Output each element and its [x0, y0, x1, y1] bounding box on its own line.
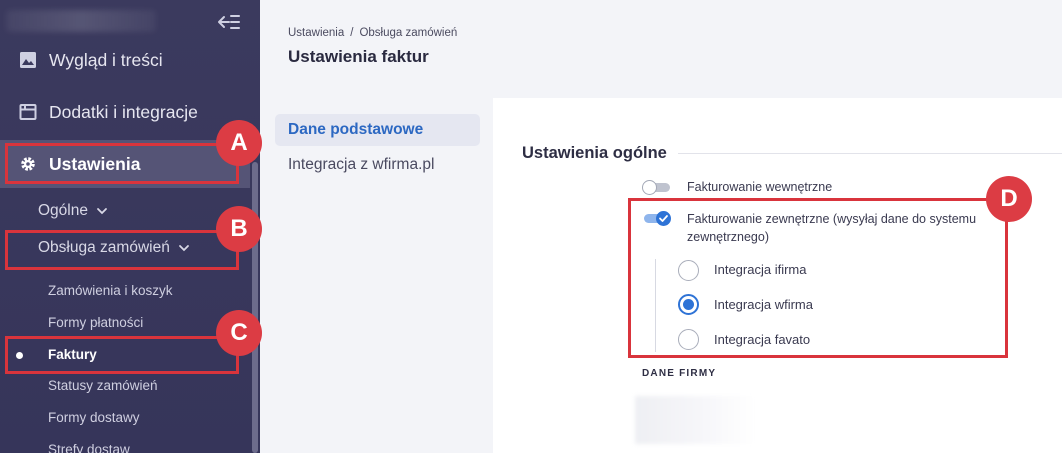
sidebar-item-label: Wygląd i treści — [49, 49, 163, 70]
indent-line — [655, 259, 656, 352]
page-title: Ustawienia faktur — [288, 47, 429, 66]
page-header: Ustawienia / Obsługa zamówień Ustawienia… — [260, 0, 1062, 100]
image-icon — [18, 50, 38, 70]
sidebar-item-ustawienia[interactable]: Ustawienia — [0, 140, 250, 188]
sidebar-link-zamowienia[interactable]: Zamówienia i koszyk — [48, 283, 173, 298]
section-title: Ustawienia ogólne — [522, 144, 667, 162]
sidebar-item-wyglad[interactable]: Wygląd i treści — [0, 36, 250, 84]
sidebar-link-strefy-dostaw[interactable]: Strefy dostaw — [48, 442, 130, 453]
radio-integracja-wfirma[interactable] — [678, 294, 699, 315]
callout-marker-a: A — [216, 120, 262, 166]
radio-label: Integracja ifirma — [714, 262, 807, 277]
sidebar-subitem-ogolne[interactable]: Ogólne — [38, 202, 108, 220]
breadcrumb: Ustawienia / Obsługa zamówień — [288, 27, 457, 39]
collapse-icon — [218, 15, 240, 29]
radio-label: Integracja wfirma — [714, 297, 813, 312]
callout-marker-c: C — [216, 310, 262, 356]
sidebar-subitem-label: Ogólne — [38, 202, 88, 219]
tab-integracja-wfirma[interactable]: Integracja z wfirma.pl — [275, 149, 480, 181]
toggle-fakturowanie-zewnetrzne[interactable] — [642, 211, 672, 226]
breadcrumb-link[interactable]: Ustawienia — [288, 27, 344, 39]
radio-integracja-favato[interactable] — [678, 329, 699, 350]
sidebar-item-label: Ustawienia — [49, 153, 141, 174]
sidebar-item-dodatki[interactable]: Dodatki i integracje — [0, 88, 250, 136]
breadcrumb-separator: / — [350, 27, 354, 39]
section-divider — [678, 153, 1062, 154]
sidebar-item-label: Dodatki i integracje — [49, 101, 198, 122]
radio-integracja-ifirma[interactable] — [678, 260, 699, 281]
chevron-down-icon — [178, 244, 190, 252]
active-bullet — [16, 352, 23, 359]
sidebar-link-faktury[interactable]: Faktury — [48, 347, 97, 362]
breadcrumb-link[interactable]: Obsługa zamówień — [359, 27, 457, 39]
sidebar-link-formy-dostawy[interactable]: Formy dostawy — [48, 410, 140, 425]
window-icon — [18, 102, 38, 122]
callout-marker-d: D — [986, 176, 1032, 222]
callout-marker-b: B — [216, 206, 262, 252]
chevron-down-icon — [96, 207, 108, 215]
toggle-label: Fakturowanie zewnętrzne (wysyłaj dane do… — [687, 212, 977, 244]
sidebar-link-formy-platnosci[interactable]: Formy płatności — [48, 315, 143, 330]
store-logo — [6, 10, 156, 32]
collapse-sidebar-button[interactable] — [216, 12, 242, 32]
sidebar-subitem-obsluga[interactable]: Obsługa zamówień — [38, 239, 190, 257]
company-data-blurred — [635, 396, 755, 444]
checkmark-icon — [656, 211, 671, 226]
settings-tabs: Dane podstawowe Integracja z wfirma.pl — [275, 114, 480, 181]
radio-label: Integracja favato — [714, 332, 811, 347]
toggle-label: Fakturowanie wewnętrzne — [687, 180, 833, 194]
subsection-title: DANE FIRMY — [642, 368, 717, 379]
sidebar-link-statusy[interactable]: Statusy zamówień — [48, 378, 158, 393]
toggle-knob — [642, 180, 657, 195]
gear-icon — [18, 154, 38, 174]
tab-dane-podstawowe[interactable]: Dane podstawowe — [275, 114, 480, 146]
sidebar-subitem-label: Obsługa zamówień — [38, 239, 170, 256]
sidebar-scrollbar[interactable] — [252, 162, 258, 453]
toggle-fakturowanie-wewnetrzne[interactable] — [642, 180, 672, 195]
